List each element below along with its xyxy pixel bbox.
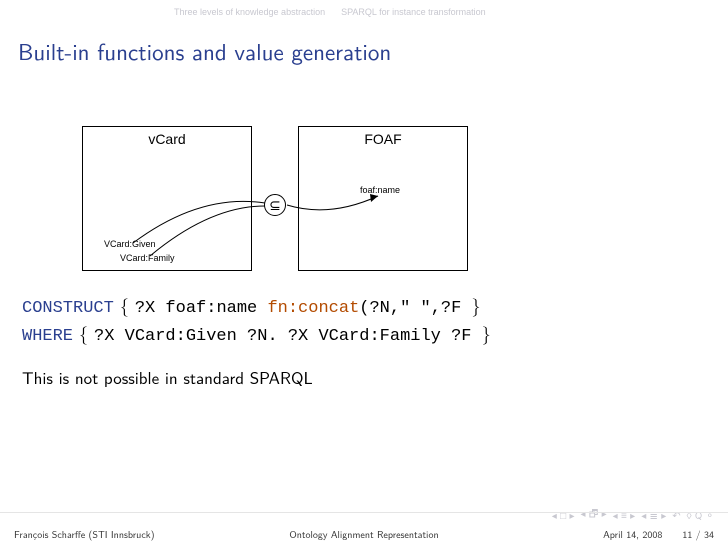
footer-title: Ontology Alignment Representation: [233, 527, 496, 542]
footer-author: François Scharffe (STI Innsbruck): [14, 527, 233, 542]
code-l1-b2: (?N," ",?F: [359, 299, 471, 318]
top-nav: Three levels of knowledge abstraction SP…: [0, 0, 728, 24]
code-l1-b1: ?X foaf:name: [135, 299, 268, 318]
fn-concat: fn:concat: [267, 299, 359, 318]
footer: François Scharffe (STI Innsbruck) Ontolo…: [0, 512, 728, 546]
connector-lines: [0, 78, 728, 293]
brace-close-2: }: [482, 319, 491, 346]
note-text: This is not possible in standard SPARQL: [0, 349, 728, 390]
nav-section-2[interactable]: SPARQL for instance transformation: [341, 7, 486, 17]
nav-section-1[interactable]: Three levels of knowledge abstraction: [174, 7, 325, 17]
diagram: vCard FOAF ⊆ VCard:Given VCard:Family fo…: [0, 78, 728, 293]
slide-title: Built-in functions and value generation: [0, 24, 728, 78]
subset-glyph: ⊆: [269, 195, 281, 215]
sparql-code: CONSTRUCT { ?X foaf:name fn:concat(?N," …: [0, 293, 728, 349]
brace-open-2: {: [73, 319, 94, 346]
footer-page: 11 / 34: [682, 527, 714, 542]
footer-date-page: April 14, 2008 11 / 34: [495, 527, 714, 542]
code-l2-body: ?X VCard:Given ?N. ?X VCard:Family ?F: [94, 327, 482, 346]
subset-symbol: ⊆: [264, 194, 286, 216]
brace-close-1: }: [472, 291, 481, 318]
footer-date: April 14, 2008: [603, 527, 662, 542]
kw-construct: CONSTRUCT: [22, 299, 114, 318]
brace-open-1: {: [114, 291, 135, 318]
kw-where: WHERE: [22, 327, 73, 346]
